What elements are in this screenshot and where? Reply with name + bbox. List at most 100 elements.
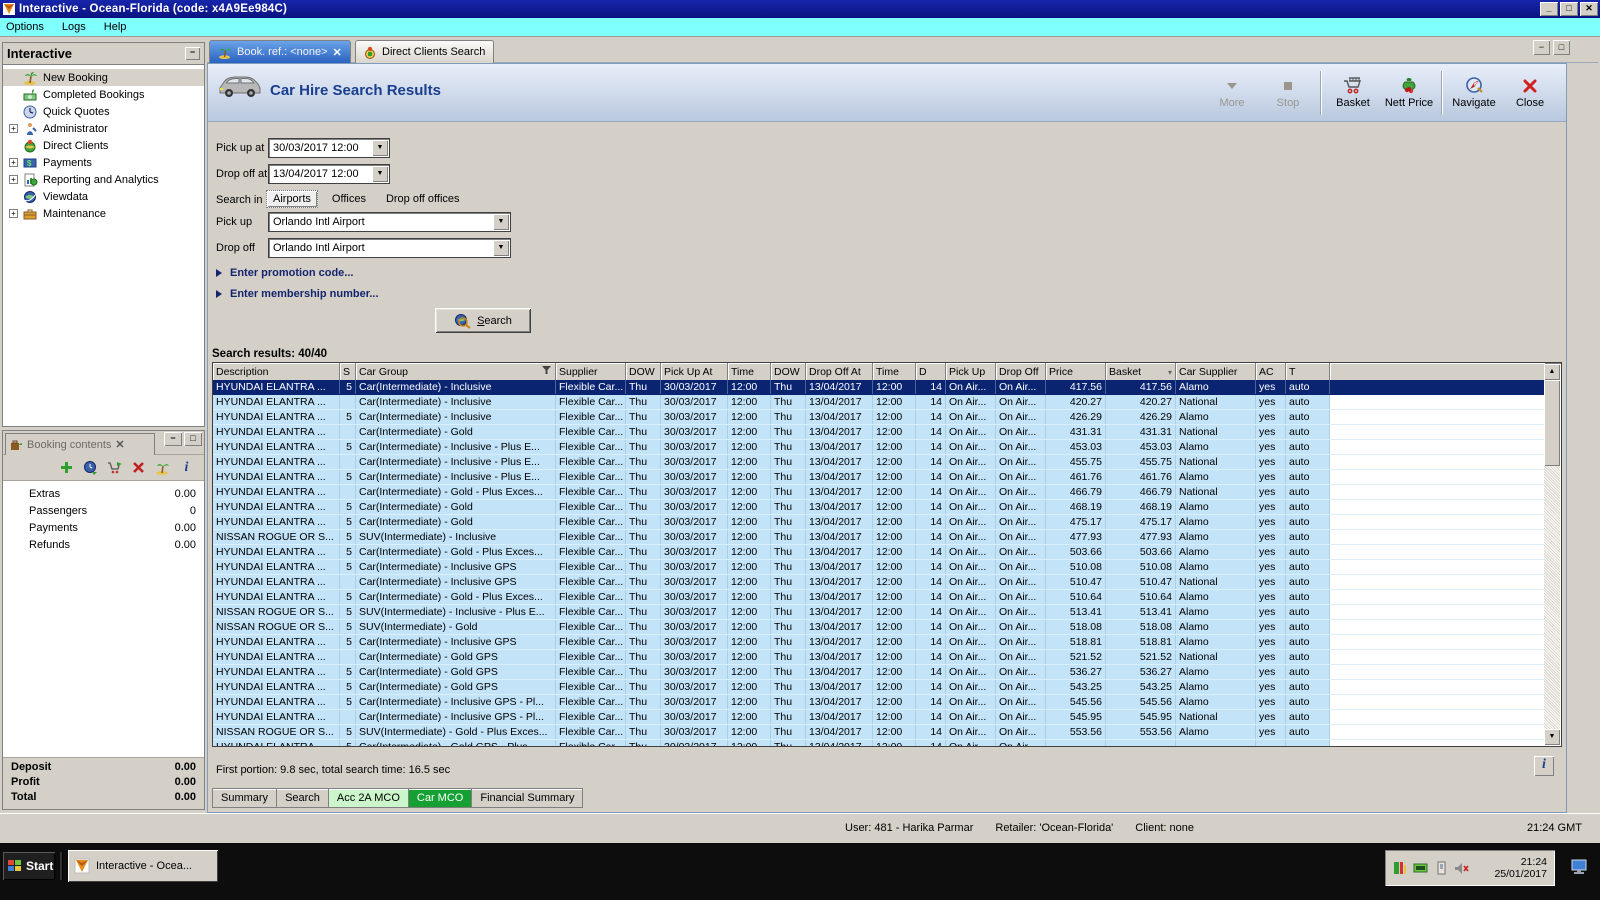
search-in-dropoff-offices[interactable]: Drop off offices — [380, 191, 466, 207]
table-row[interactable]: HYUNDAI ELANTRA ... 5 Car(Intermediate) - … — [213, 380, 1545, 395]
column-header[interactable]: S — [340, 363, 356, 380]
chevron-down-icon[interactable]: ▼ — [493, 214, 509, 230]
info-button[interactable]: i — [1534, 756, 1554, 776]
expand-icon[interactable]: + — [9, 175, 18, 184]
column-header[interactable]: Car Supplier — [1176, 363, 1256, 380]
nett-price-button[interactable]: Nett Price — [1381, 68, 1437, 118]
dropoff-at-field[interactable]: 13/04/2017 12:00 ▼ — [268, 164, 390, 184]
sidebar-item-viewdata[interactable]: + Viewdata — [3, 188, 204, 205]
table-row[interactable]: NISSAN ROGUE OR S... 5 SUV(Intermediate) -… — [213, 725, 1545, 740]
sidebar-item-direct-clients[interactable]: + Direct Clients — [3, 137, 204, 154]
tab-search[interactable]: Search — [277, 788, 329, 808]
table-row[interactable]: HYUNDAI ELANTRA ... Car(Intermediate) - G… — [213, 650, 1545, 665]
column-header[interactable]: Description — [213, 363, 340, 380]
start-button[interactable]: Start — [3, 852, 55, 880]
column-header[interactable]: Drop Off At — [806, 363, 873, 380]
column-header[interactable]: Basket ▾ — [1106, 363, 1176, 380]
tab-summary[interactable]: Summary — [212, 788, 278, 808]
pickup-at-field[interactable]: 30/03/2017 12:00 ▼ — [268, 138, 390, 158]
search-in-offices[interactable]: Offices — [326, 191, 372, 207]
pane-minimize-button[interactable]: − — [1533, 40, 1550, 55]
tab-direct-clients-search[interactable]: Direct Clients Search — [355, 40, 495, 63]
column-header[interactable]: DOW — [771, 363, 806, 380]
navigate-button[interactable]: Navigate — [1446, 68, 1502, 118]
search-in-airports[interactable]: Airports — [266, 190, 318, 208]
tab-acc-2a-mco[interactable]: Acc 2A MCO — [328, 788, 409, 808]
table-row[interactable]: HYUNDAI ELANTRA ... 5 Car(Intermediate) - … — [213, 470, 1545, 485]
tray-app-icon[interactable] — [1393, 861, 1407, 875]
pane-restore-button[interactable]: □ — [1553, 40, 1570, 55]
menu-logs[interactable]: Logs — [62, 21, 86, 33]
dropoff-location-field[interactable]: Orlando Intl Airport ▼ — [268, 238, 511, 258]
scroll-up-icon[interactable]: ▲ — [1544, 364, 1560, 380]
desktop-icon[interactable] — [1570, 859, 1588, 875]
membership-number-section[interactable]: Enter membership number... — [216, 288, 379, 300]
promotion-code-section[interactable]: Enter promotion code... — [216, 267, 353, 279]
refresh-clock-icon[interactable] — [83, 460, 98, 475]
column-header[interactable]: Price — [1046, 363, 1106, 380]
taskbar-item-interactive[interactable]: Interactive - Ocea... — [68, 850, 218, 882]
minimize-button[interactable]: _ — [1540, 2, 1558, 16]
column-header[interactable]: Time — [873, 363, 916, 380]
column-header[interactable]: DOW — [626, 363, 661, 380]
add-icon[interactable] — [59, 460, 74, 475]
close-page-button[interactable]: Close — [1502, 68, 1558, 118]
vertical-scrollbar[interactable]: ▲ ▼ — [1544, 364, 1560, 745]
column-header[interactable]: Pick Up At — [661, 363, 728, 380]
palm-icon[interactable] — [155, 460, 170, 475]
device-icon[interactable] — [1435, 861, 1448, 875]
chevron-down-icon[interactable]: ▼ — [493, 240, 509, 256]
tab-booking-ref[interactable]: Book. ref.: <none> ✕ — [209, 40, 351, 63]
column-header[interactable]: Time — [728, 363, 771, 380]
sidebar-item-administrator[interactable]: + Administrator — [3, 120, 204, 137]
search-button[interactable]: Search — [435, 308, 531, 333]
tab-financial-summary[interactable]: Financial Summary — [472, 788, 584, 808]
tab-car-mco[interactable]: Car MCO — [408, 788, 473, 808]
menu-help[interactable]: Help — [104, 21, 127, 33]
table-row[interactable]: HYUNDAI ELANTRA ... 5 Car(Intermediate) - … — [213, 590, 1545, 605]
table-row[interactable]: HYUNDAI ELANTRA ... 5 Car(Intermediate) - … — [213, 440, 1545, 455]
volume-muted-icon[interactable] — [1454, 862, 1469, 875]
table-row[interactable]: HYUNDAI ELANTRA ... 5 Car(Intermediate) - … — [213, 665, 1545, 680]
pickup-location-field[interactable]: Orlando Intl Airport ▼ — [268, 212, 511, 232]
filter-funnel-icon[interactable] — [542, 366, 552, 378]
table-row[interactable]: NISSAN ROGUE OR S... 5 SUV(Intermediate) -… — [213, 530, 1545, 545]
table-row[interactable]: HYUNDAI ELANTRA ... Car(Intermediate) - I… — [213, 395, 1545, 410]
delete-icon[interactable] — [131, 460, 146, 475]
scrollbar-thumb[interactable] — [1544, 380, 1560, 466]
close-icon[interactable]: ✕ — [115, 438, 124, 451]
table-row[interactable]: NISSAN ROGUE OR S... 5 SUV(Intermediate) -… — [213, 620, 1545, 635]
tab-close-icon[interactable]: ✕ — [333, 46, 342, 59]
table-row[interactable]: NISSAN ROGUE OR S... 5 SUV(Intermediate) -… — [213, 605, 1545, 620]
table-row-partial[interactable]: HYUNDAI ELANTRA ...5Car(Intermediate) - … — [213, 740, 1561, 746]
table-row[interactable]: HYUNDAI ELANTRA ... 5 Car(Intermediate) - … — [213, 515, 1545, 530]
table-row[interactable]: HYUNDAI ELANTRA ... 5 Car(Intermediate) - … — [213, 680, 1545, 695]
close-button[interactable]: ✕ — [1580, 2, 1598, 16]
sidebar-item-payments[interactable]: + $ Payments — [3, 154, 204, 171]
table-row[interactable]: HYUNDAI ELANTRA ... 5 Car(Intermediate) - … — [213, 635, 1545, 650]
network-icon[interactable] — [1413, 862, 1429, 874]
table-row[interactable]: HYUNDAI ELANTRA ... 5 Car(Intermediate) - … — [213, 560, 1545, 575]
table-row[interactable]: HYUNDAI ELANTRA ... 5 Car(Intermediate) - … — [213, 410, 1545, 425]
table-row[interactable]: HYUNDAI ELANTRA ... Car(Intermediate) - G… — [213, 485, 1545, 500]
tray-clock[interactable]: 21:24 25/01/2017 — [1494, 856, 1547, 880]
sidebar-item-maintenance[interactable]: + Maintenance — [3, 205, 204, 222]
chevron-down-icon[interactable]: ▼ — [372, 166, 388, 182]
column-header[interactable]: Supplier — [556, 363, 626, 380]
basket-button[interactable]: Basket — [1325, 68, 1381, 118]
column-header[interactable]: Pick Up — [946, 363, 996, 380]
column-header[interactable]: T — [1286, 363, 1330, 380]
expand-icon[interactable]: + — [9, 124, 18, 133]
sidebar-item-reporting[interactable]: + Reporting and Analytics — [3, 171, 204, 188]
panel-minimize-button[interactable]: − — [164, 432, 182, 446]
column-header[interactable]: Drop Off — [996, 363, 1046, 380]
sidebar-item-new-booking[interactable]: + New Booking — [3, 69, 204, 86]
column-header[interactable]: AC — [1256, 363, 1286, 380]
table-row[interactable]: HYUNDAI ELANTRA ... Car(Intermediate) - I… — [213, 455, 1545, 470]
table-row[interactable]: HYUNDAI ELANTRA ... 5 Car(Intermediate) - … — [213, 500, 1545, 515]
cart-forward-icon[interactable] — [107, 460, 122, 475]
sidebar-item-completed-bookings[interactable]: + Completed Bookings — [3, 86, 204, 103]
collapse-panel-button[interactable]: − — [185, 47, 200, 60]
table-row[interactable]: HYUNDAI ELANTRA ... Car(Intermediate) - G… — [213, 425, 1545, 440]
table-row[interactable]: HYUNDAI ELANTRA ... 5 Car(Intermediate) - … — [213, 695, 1545, 710]
